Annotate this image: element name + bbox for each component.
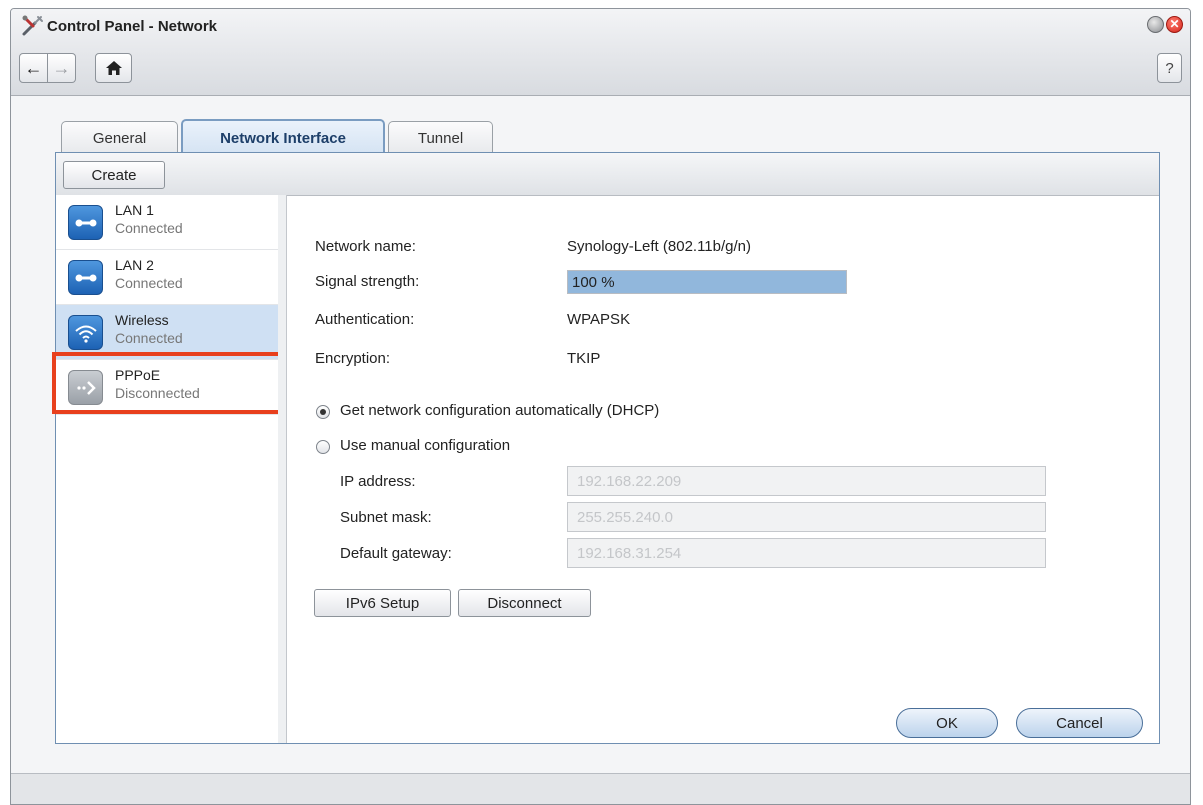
authentication-label: Authentication: xyxy=(315,311,415,328)
interface-name: LAN 2 xyxy=(115,257,154,273)
interface-status: Connected xyxy=(115,330,183,346)
interface-item-lan1[interactable]: LAN 1 Connected xyxy=(56,195,278,250)
interface-status: Connected xyxy=(115,275,183,291)
encryption-label: Encryption: xyxy=(315,350,391,367)
manual-config-label[interactable]: Use manual configuration xyxy=(340,437,510,454)
forward-button[interactable]: → xyxy=(48,53,76,83)
interface-list: LAN 1 Connected LAN 2 Connected Wireless… xyxy=(52,195,286,743)
splitter[interactable] xyxy=(278,195,287,743)
subnet-mask-label: Subnet mask: xyxy=(340,509,432,526)
ethernet-icon xyxy=(68,205,103,240)
tools-icon xyxy=(22,15,43,36)
panel-toolbar: Create xyxy=(56,153,1159,196)
help-button[interactable]: ? xyxy=(1157,53,1182,83)
ip-address-field[interactable] xyxy=(567,466,1046,496)
selection-highlight-box xyxy=(52,352,286,414)
encryption-value: TKIP xyxy=(567,350,601,367)
authentication-value: WPAPSK xyxy=(567,311,631,328)
cancel-button[interactable]: Cancel xyxy=(1016,708,1143,738)
ok-button[interactable]: OK xyxy=(896,708,998,738)
create-button[interactable]: Create xyxy=(63,161,165,189)
tab-network-interface[interactable]: Network Interface xyxy=(181,119,385,155)
signal-strength-label: Signal strength: xyxy=(315,273,420,290)
tab-general[interactable]: General xyxy=(61,121,178,154)
network-interface-panel: Create LAN 1 Connected LAN 2 Connected W… xyxy=(52,152,1160,744)
ip-address-label: IP address: xyxy=(340,473,416,490)
interface-name: Wireless xyxy=(115,312,169,328)
dhcp-radio[interactable] xyxy=(316,405,330,419)
interface-status: Connected xyxy=(115,220,183,236)
tab-tunnel[interactable]: Tunnel xyxy=(388,121,493,154)
signal-strength-bar: 100 % xyxy=(567,270,847,294)
signal-strength-value: 100 % xyxy=(572,274,615,291)
back-button[interactable]: ← xyxy=(19,53,48,83)
ethernet-icon xyxy=(68,260,103,295)
arrow-right-icon: → xyxy=(52,57,71,78)
window-title: Control Panel - Network xyxy=(47,18,218,35)
control-panel-window: Control Panel - Network ✕ ← → ? General … xyxy=(10,8,1191,805)
ipv6-setup-button[interactable]: IPv6 Setup xyxy=(314,589,451,617)
default-gateway-label: Default gateway: xyxy=(340,545,452,562)
network-name-label: Network name: xyxy=(315,238,416,255)
manual-config-radio[interactable] xyxy=(316,440,330,454)
interface-item-lan2[interactable]: LAN 2 Connected xyxy=(56,250,278,305)
subnet-mask-field[interactable] xyxy=(567,502,1046,532)
disconnect-button[interactable]: Disconnect xyxy=(458,589,591,617)
default-gateway-field[interactable] xyxy=(567,538,1046,568)
home-icon xyxy=(105,61,122,75)
title-bar: Control Panel - Network ✕ ← → ? xyxy=(11,9,1190,96)
home-button[interactable] xyxy=(95,53,132,83)
network-name-value: Synology-Left (802.11b/g/n) xyxy=(567,238,752,255)
close-button[interactable]: ✕ xyxy=(1166,16,1183,33)
status-bar xyxy=(11,773,1190,804)
dhcp-label[interactable]: Get network configuration automatically … xyxy=(340,402,659,419)
minimize-button[interactable] xyxy=(1147,16,1164,33)
arrow-left-icon: ← xyxy=(24,57,43,78)
interface-name: LAN 1 xyxy=(115,202,154,218)
wifi-icon xyxy=(68,315,103,350)
